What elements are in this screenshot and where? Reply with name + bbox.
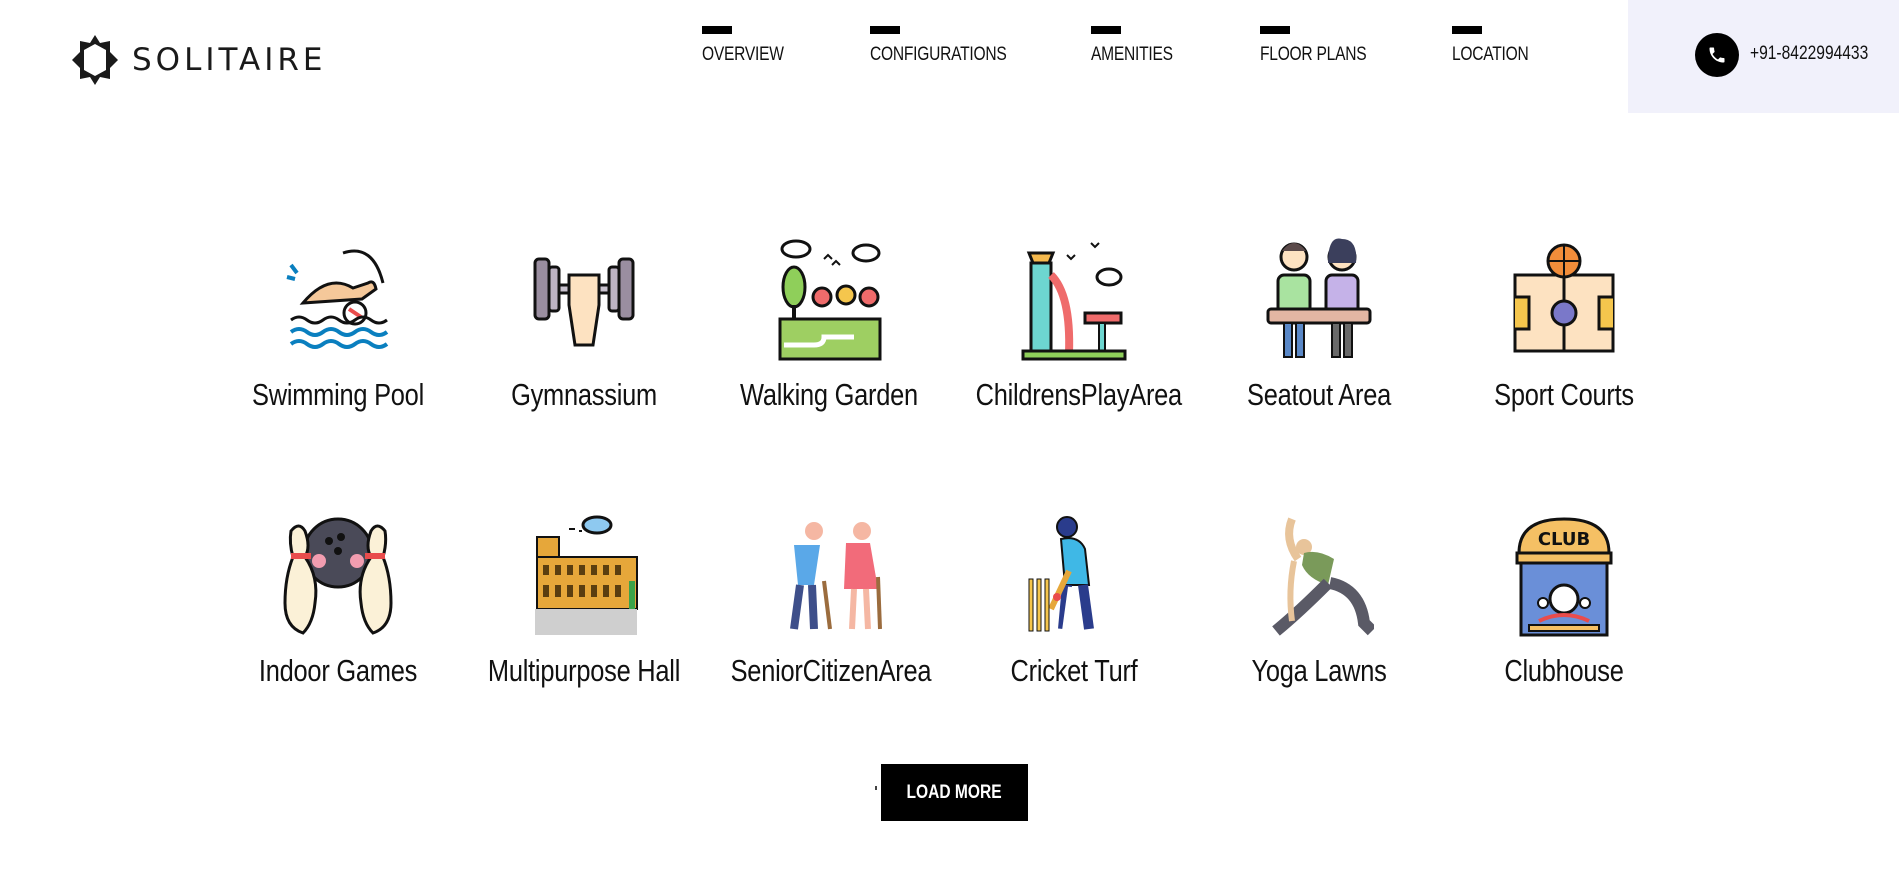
logo[interactable]: SOLITAIRE bbox=[70, 33, 327, 87]
dumbbell-icon bbox=[533, 257, 635, 347]
cricket-icon bbox=[1028, 516, 1094, 632]
amenity-label: Sport Courts bbox=[1494, 377, 1634, 412]
nav-overview[interactable]: OVERVIEW bbox=[702, 26, 802, 66]
garden-icon bbox=[778, 239, 882, 361]
amenity-swimming-pool[interactable]: Swimming Pool bbox=[218, 235, 458, 413]
decorative-tick bbox=[875, 786, 877, 790]
amenity-label: ChildrensPlayArea bbox=[975, 377, 1183, 412]
amenity-label: Indoor Games bbox=[258, 653, 418, 688]
nav-indicator bbox=[870, 26, 900, 34]
nav-label: AMENITIES bbox=[1091, 44, 1173, 65]
amenity-yoga-lawns[interactable]: Yoga Lawns bbox=[1199, 511, 1439, 689]
amenity-walking-garden[interactable]: Walking Garden bbox=[709, 235, 949, 413]
amenity-sport-courts[interactable]: Sport Courts bbox=[1444, 235, 1684, 413]
nav-floor-plans[interactable]: FLOOR PLANS bbox=[1260, 26, 1390, 66]
playground-icon bbox=[1021, 242, 1127, 361]
amenity-multipurpose-hall[interactable]: Multipurpose Hall bbox=[464, 511, 704, 689]
amenity-label: Seatout Area bbox=[1246, 377, 1392, 412]
load-more-button[interactable]: LOAD MORE bbox=[881, 764, 1028, 821]
phone-icon[interactable] bbox=[1695, 33, 1739, 77]
amenity-label: Walking Garden bbox=[740, 377, 918, 412]
nav-configurations[interactable]: CONFIGURATIONS bbox=[870, 26, 1036, 66]
nav-indicator bbox=[702, 26, 732, 34]
bowling-icon bbox=[283, 517, 393, 635]
amenity-label: Gymnassium bbox=[511, 377, 657, 412]
amenity-label: Yoga Lawns bbox=[1251, 653, 1387, 688]
yoga-icon bbox=[1272, 517, 1374, 636]
amenity-clubhouse[interactable]: CLUB Clubhouse bbox=[1444, 511, 1684, 689]
nav-label: OVERVIEW bbox=[702, 44, 784, 65]
amenity-cricket-turf[interactable]: Cricket Turf bbox=[954, 511, 1194, 689]
club-icon: CLUB bbox=[1515, 517, 1613, 637]
nav-indicator bbox=[1260, 26, 1290, 34]
basketball-court-icon bbox=[1513, 243, 1615, 353]
amenity-label: SeniorCitizenArea bbox=[730, 653, 932, 688]
amenity-indoor-games[interactable]: Indoor Games bbox=[218, 511, 458, 689]
amenity-label: Multipurpose Hall bbox=[487, 653, 681, 688]
nav-label: CONFIGURATIONS bbox=[870, 44, 1007, 65]
site-header: SOLITAIRE OVERVIEW CONFIGURATIONS AMENIT… bbox=[0, 0, 1899, 113]
nav-amenities[interactable]: AMENITIES bbox=[1091, 26, 1191, 66]
bench-couple-icon bbox=[1266, 238, 1372, 358]
elderly-couple-icon bbox=[790, 522, 882, 630]
amenity-senior-citizen-area[interactable]: SeniorCitizenArea bbox=[709, 511, 949, 689]
amenity-label: Cricket Turf bbox=[1010, 653, 1138, 688]
contact-panel: +91-8422994433 bbox=[1628, 0, 1899, 113]
nav-label: FLOOR PLANS bbox=[1260, 44, 1367, 65]
colosseum-icon bbox=[535, 515, 638, 635]
amenity-childrens-play-area[interactable]: ChildrensPlayArea bbox=[954, 235, 1194, 413]
solitaire-logo-icon bbox=[72, 35, 118, 85]
amenity-label: Clubhouse bbox=[1504, 653, 1624, 688]
nav-indicator bbox=[1091, 26, 1121, 34]
nav-indicator bbox=[1452, 26, 1482, 34]
swimming-icon bbox=[286, 249, 389, 349]
amenity-seatout-area[interactable]: Seatout Area bbox=[1199, 235, 1439, 413]
nav-label: LOCATION bbox=[1452, 44, 1529, 65]
svg-text:CLUB: CLUB bbox=[1538, 529, 1590, 550]
load-more-label: LOAD MORE bbox=[906, 781, 1003, 803]
amenity-gymnassium[interactable]: Gymnassium bbox=[464, 235, 704, 413]
amenity-label: Swimming Pool bbox=[252, 377, 424, 412]
nav-location[interactable]: LOCATION bbox=[1452, 26, 1545, 66]
brand-name: SOLITAIRE bbox=[132, 42, 327, 78]
phone-number-link[interactable]: +91-8422994433 bbox=[1750, 43, 1868, 65]
